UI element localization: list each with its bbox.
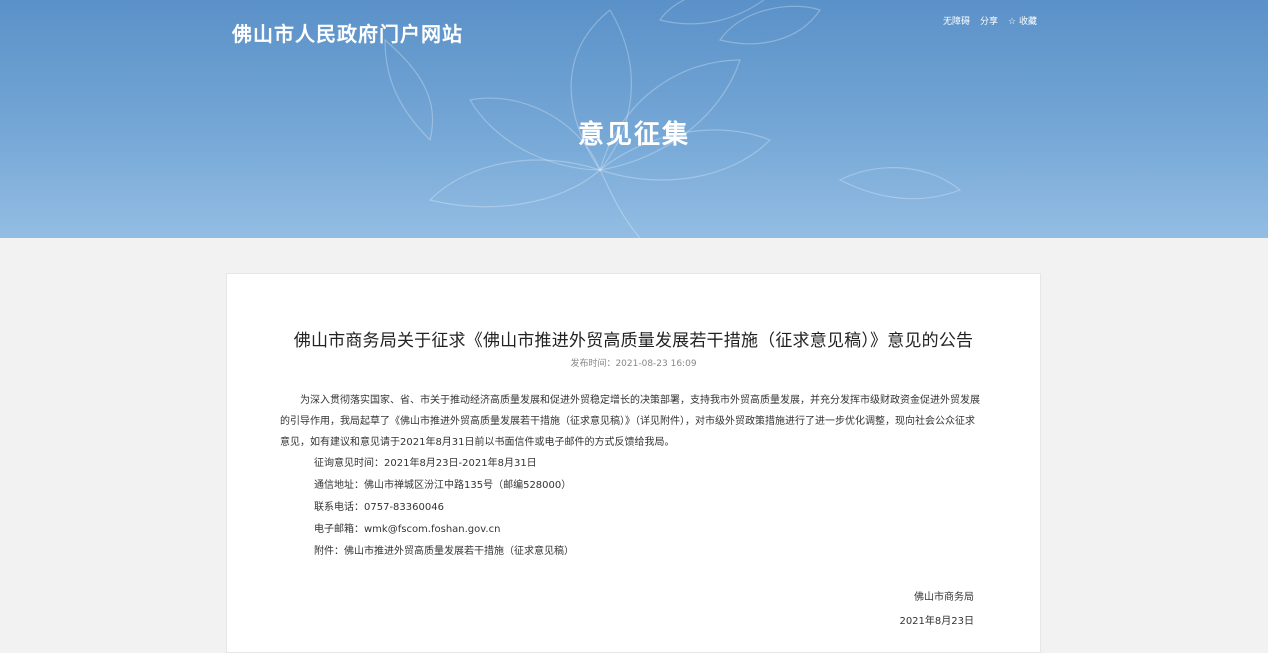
notice-card: 佛山市商务局关于征求《佛山市推进外贸高质量发展若干措施（征求意见稿）》意见的公告… — [226, 273, 1041, 653]
site-title[interactable]: 佛山市人民政府门户网站 — [232, 18, 463, 47]
attachment-link[interactable]: 附件：佛山市推进外贸高质量发展若干措施（征求意见稿） — [280, 541, 980, 563]
signature-date: 2021年8月23日 — [899, 616, 974, 627]
header-banner: 佛山市人民政府门户网站 无障碍 分享 ☆ 收藏 意见征集 — [0, 0, 1268, 238]
consultation-period: 征询意见时间：2021年8月23日-2021年8月31日 — [314, 458, 537, 469]
notice-title: 佛山市商务局关于征求《佛山市推进外贸高质量发展若干措施（征求意见稿）》意见的公告 — [293, 331, 974, 351]
share-link[interactable]: 分享 — [980, 14, 998, 27]
contact-phone: 联系电话：0757-83360046 — [314, 502, 444, 513]
page-heading: 意见征集 — [577, 120, 690, 150]
top-links: 无障碍 分享 ☆ 收藏 — [943, 14, 1037, 27]
notice-paragraph: 为深入贯彻落实国家、省、市关于推动经济高质量发展和促进外贸稳定增长的决策部署，支… — [280, 395, 980, 448]
signature-org: 佛山市商务局 — [914, 592, 974, 603]
favorite-link[interactable]: ☆ 收藏 — [1008, 14, 1037, 27]
publish-time: 发布时间：2021-08-23 16:09 — [570, 359, 697, 369]
notice-body: 为深入贯彻落实国家、省、市关于推动经济高质量发展和促进外贸稳定增长的决策部署，支… — [280, 390, 980, 563]
accessibility-link[interactable]: 无障碍 — [943, 14, 970, 27]
contact-email: 电子邮箱：wmk@fscom.foshan.gov.cn — [314, 524, 501, 535]
mailing-address: 通信地址：佛山市禅城区汾江中路135号（邮编528000） — [314, 480, 572, 491]
